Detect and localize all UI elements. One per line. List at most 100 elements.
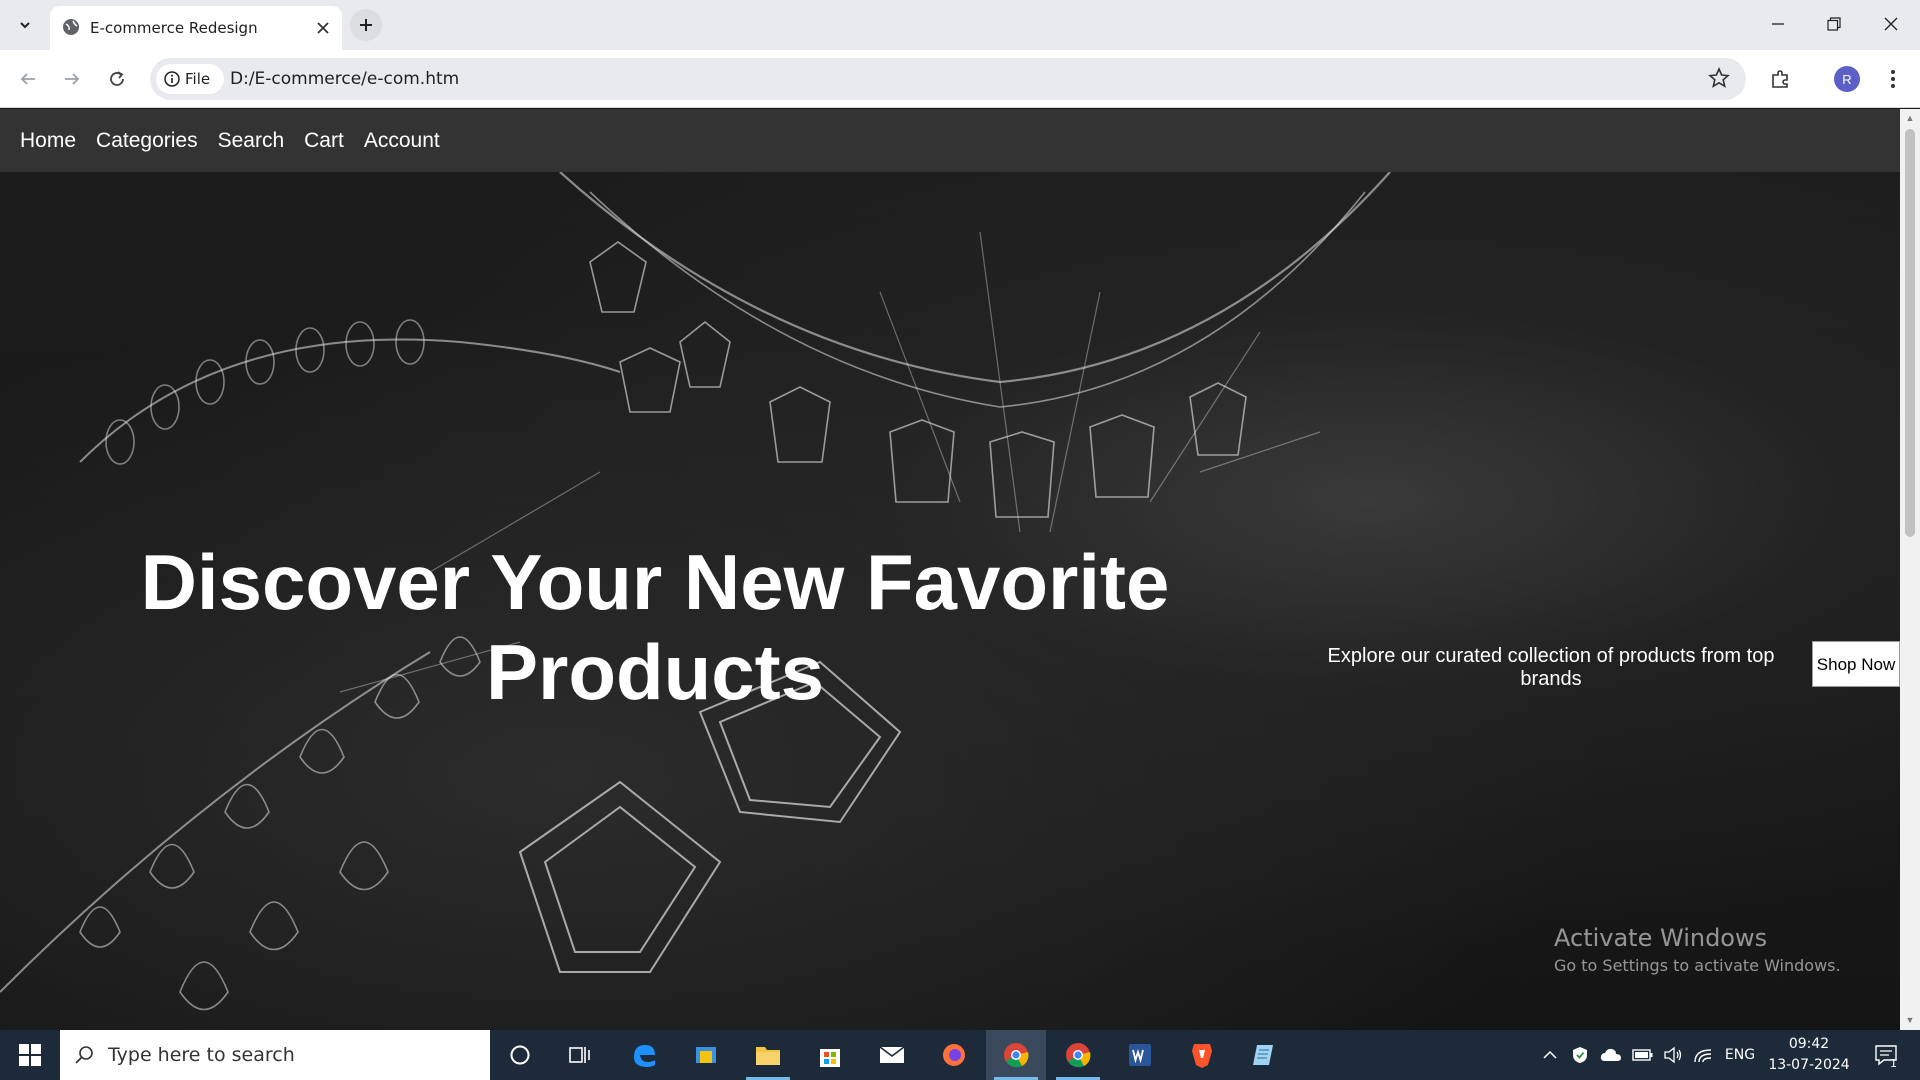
arrow-right-icon bbox=[65, 73, 80, 85]
file-explorer-app[interactable] bbox=[738, 1030, 798, 1080]
speaker-icon bbox=[1664, 1046, 1682, 1064]
file-explorer-icon bbox=[756, 1047, 780, 1065]
taskbar-clock[interactable]: 09:42 13-07-2024 bbox=[1764, 1034, 1854, 1076]
store-app[interactable] bbox=[800, 1030, 860, 1080]
bookmark-star-icon[interactable] bbox=[1708, 67, 1730, 89]
browser-tab-active[interactable]: E-commerce Redesign bbox=[50, 6, 342, 50]
reload-button[interactable] bbox=[102, 64, 132, 94]
language-indicator[interactable]: ENG bbox=[1722, 1030, 1758, 1080]
hero-section: Discover Your New Favorite Products Expl… bbox=[0, 172, 1900, 1030]
scroll-down-arrow[interactable]: ▼ bbox=[1905, 1015, 1915, 1025]
chrome-icon bbox=[1066, 1043, 1091, 1068]
volume-tray-icon[interactable] bbox=[1660, 1030, 1686, 1080]
hero-title: Discover Your New Favorite Products bbox=[140, 538, 1170, 716]
cortana-button[interactable] bbox=[490, 1030, 550, 1080]
profile-avatar[interactable]: R bbox=[1834, 66, 1860, 92]
forward-button[interactable] bbox=[57, 64, 87, 94]
close-tab-button[interactable] bbox=[312, 17, 334, 39]
page-scrollbar[interactable]: ▲ ▼ bbox=[1900, 109, 1920, 1030]
minimize-button[interactable] bbox=[1763, 10, 1793, 38]
brave-app[interactable] bbox=[1172, 1030, 1232, 1080]
chrome-icon bbox=[1004, 1043, 1029, 1068]
nav-search[interactable]: Search bbox=[218, 129, 285, 153]
browser-toolbar: File D:/E-commerce/e-com.htm bbox=[0, 50, 1920, 108]
page-viewport: Home Categories Search Cart Account Disc… bbox=[0, 109, 1900, 1030]
nav-home[interactable]: Home bbox=[20, 129, 76, 153]
cloud-icon bbox=[1600, 1048, 1621, 1061]
tab-title: E-commerce Redesign bbox=[90, 19, 258, 37]
word-app[interactable] bbox=[1110, 1030, 1170, 1080]
scroll-thumb[interactable] bbox=[1905, 129, 1915, 537]
chevron-down-icon bbox=[20, 22, 30, 29]
shop-now-button[interactable]: Shop Now bbox=[1812, 641, 1900, 687]
restore-button[interactable] bbox=[1819, 10, 1849, 38]
nav-account[interactable]: Account bbox=[364, 129, 440, 153]
brave-icon bbox=[1192, 1044, 1212, 1068]
globe-icon bbox=[63, 19, 79, 35]
taskbar-search-placeholder: Type here to search bbox=[108, 1044, 295, 1066]
site-nav: Home Categories Search Cart Account bbox=[0, 109, 1900, 172]
word-icon bbox=[1129, 1044, 1151, 1066]
browser-tab-strip: E-commerce Redesign bbox=[0, 0, 1920, 50]
windows-taskbar: Type here to search ENG 09:42 13-07-2024… bbox=[0, 1030, 1920, 1080]
store-icon bbox=[820, 1049, 840, 1067]
puzzle-icon bbox=[1772, 70, 1788, 88]
windows-logo-icon bbox=[19, 1044, 41, 1066]
search-icon bbox=[75, 1046, 93, 1064]
watermark-title: Activate Windows bbox=[1554, 924, 1768, 952]
network-tray-icon[interactable] bbox=[1690, 1030, 1716, 1080]
notepad-icon bbox=[1253, 1045, 1273, 1065]
browser-menu-button[interactable] bbox=[1878, 64, 1908, 94]
onedrive-tray-icon[interactable] bbox=[1598, 1030, 1624, 1080]
arrow-left-icon bbox=[20, 73, 35, 85]
cortana-icon bbox=[510, 1045, 530, 1065]
restore-icon bbox=[1827, 17, 1841, 31]
security-tray-icon[interactable] bbox=[1568, 1030, 1592, 1080]
back-button[interactable] bbox=[13, 64, 43, 94]
plus-icon bbox=[360, 19, 372, 31]
clock-date: 13-07-2024 bbox=[1768, 1057, 1850, 1073]
info-icon bbox=[164, 71, 180, 87]
shield-icon bbox=[1573, 1047, 1587, 1063]
reload-icon bbox=[110, 71, 124, 86]
clock-time: 09:42 bbox=[1788, 1036, 1830, 1052]
more-vertical-icon bbox=[1891, 70, 1895, 88]
tab-search-button[interactable] bbox=[10, 10, 40, 40]
mail-app[interactable] bbox=[862, 1030, 922, 1080]
language-label: ENG bbox=[1724, 1047, 1756, 1063]
nav-cart[interactable]: Cart bbox=[304, 129, 344, 153]
task-view-button[interactable] bbox=[550, 1030, 610, 1080]
notepad-app[interactable] bbox=[1234, 1030, 1294, 1080]
extensions-button[interactable] bbox=[1766, 64, 1796, 94]
watermark-subtitle: Go to Settings to activate Windows. bbox=[1554, 956, 1841, 975]
task-view-icon bbox=[569, 1047, 590, 1063]
hero-subtitle: Explore our curated collection of produc… bbox=[1327, 645, 1775, 690]
url-text[interactable]: D:/E-commerce/e-com.htm bbox=[230, 69, 459, 89]
site-info-chip[interactable]: File bbox=[156, 64, 224, 94]
scroll-up-arrow[interactable]: ▲ bbox=[1905, 113, 1915, 123]
chrome-app-profile-2[interactable] bbox=[1048, 1030, 1108, 1080]
edge-app[interactable] bbox=[614, 1030, 674, 1080]
outlook-icon bbox=[696, 1047, 716, 1063]
wifi-icon bbox=[1694, 1049, 1712, 1063]
edge-icon bbox=[634, 1045, 655, 1067]
nav-categories[interactable]: Categories bbox=[96, 129, 198, 153]
new-tab-button[interactable] bbox=[350, 9, 382, 41]
chrome-app-profile-1[interactable] bbox=[986, 1030, 1046, 1080]
address-bar[interactable]: File D:/E-commerce/e-com.htm bbox=[150, 58, 1746, 100]
close-icon bbox=[1884, 17, 1898, 31]
taskbar-search-box[interactable]: Type here to search bbox=[60, 1030, 490, 1080]
site-chip-label: File bbox=[185, 70, 211, 88]
activate-windows-watermark: Activate Windows Go to Settings to activ… bbox=[1554, 924, 1841, 975]
action-center-button[interactable]: 1 bbox=[1866, 1030, 1906, 1080]
close-window-button[interactable] bbox=[1876, 10, 1906, 38]
firefox-app[interactable] bbox=[924, 1030, 984, 1080]
outlook-app[interactable] bbox=[676, 1030, 736, 1080]
battery-tray-icon[interactable] bbox=[1630, 1030, 1656, 1080]
firefox-icon bbox=[943, 1044, 965, 1066]
show-hidden-icons-button[interactable] bbox=[1538, 1030, 1562, 1080]
battery-icon bbox=[1632, 1049, 1653, 1061]
start-button[interactable] bbox=[0, 1030, 60, 1080]
mail-icon bbox=[879, 1046, 905, 1063]
notification-count: 1 bbox=[1890, 1057, 1897, 1070]
